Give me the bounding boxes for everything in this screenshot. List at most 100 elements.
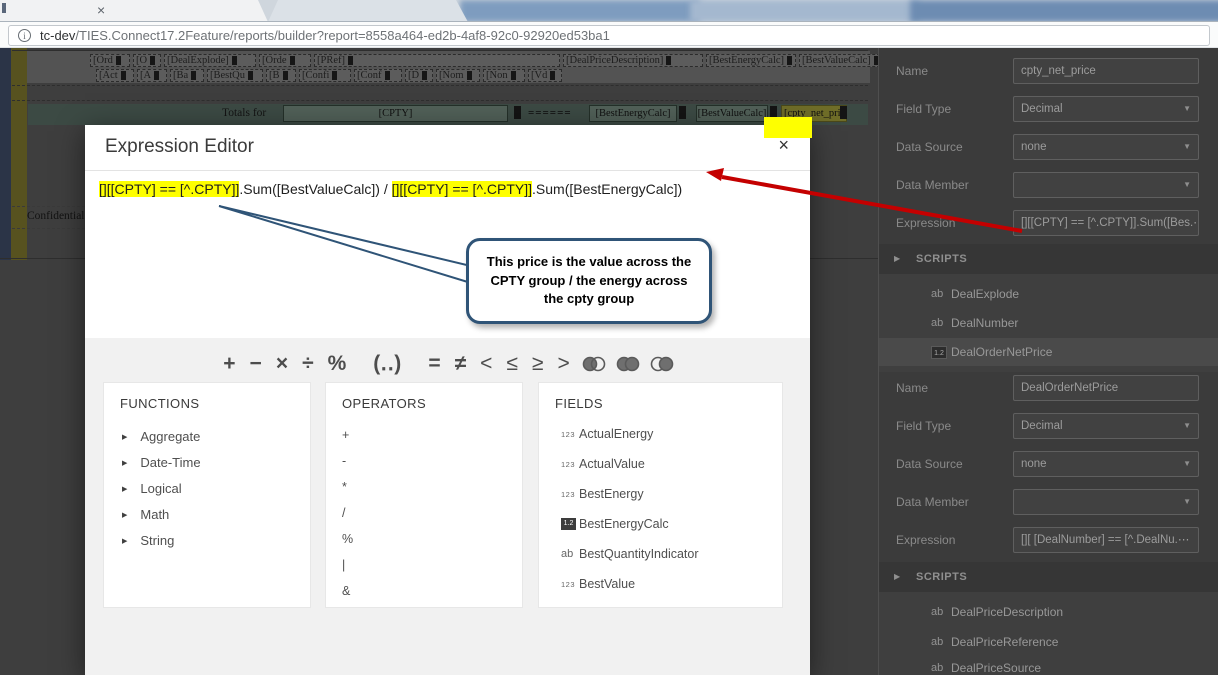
join-left-icon xyxy=(581,355,607,373)
operator-item[interactable]: % xyxy=(342,532,353,546)
property-dropdown[interactable]: Decimal▼ xyxy=(1013,413,1199,439)
script-item-DealPriceDescription[interactable]: abDealPriceDescription xyxy=(879,598,1218,626)
expression-input[interactable]: [][[CPTY] == [^.CPTY]].Sum([BestValueCal… xyxy=(99,177,800,201)
property-dropdown[interactable]: ▼ xyxy=(1013,489,1199,515)
number-field-icon: 123 xyxy=(561,490,579,499)
property-dropdown[interactable]: Decimal▼ xyxy=(1013,96,1199,122)
designer-field-placeholder[interactable]: [A xyxy=(137,69,167,82)
designer-field-placeholder[interactable]: [Act xyxy=(96,69,134,82)
placeholder-text: [D xyxy=(408,70,419,81)
designer-field-placeholder[interactable]: [PRef] xyxy=(314,54,560,67)
operator-item[interactable]: - xyxy=(342,454,346,468)
toolbar-op-9-button[interactable]: ≤ xyxy=(506,347,518,381)
active-browser-tab[interactable] xyxy=(0,0,268,22)
blurred-tab xyxy=(910,0,1218,22)
designer-field-placeholder[interactable]: [Non xyxy=(483,69,525,82)
tab-close-icon[interactable]: × xyxy=(97,2,105,18)
field-item-BestValue[interactable]: 123BestValue xyxy=(561,577,635,591)
designer-ruler-strip xyxy=(0,48,11,260)
designer-field-placeholder[interactable]: [D xyxy=(405,69,433,82)
property-input[interactable]: cpty_net_price xyxy=(1013,58,1199,84)
page-info-icon[interactable]: i xyxy=(18,29,31,42)
operator-item[interactable]: * xyxy=(342,480,347,494)
designer-field-placeholder[interactable]: [BestQu xyxy=(207,69,263,82)
toolbar-op-10-button[interactable]: ≥ xyxy=(532,347,544,381)
operator-item[interactable]: & xyxy=(342,584,350,598)
chevron-right-icon: ▶ xyxy=(894,572,900,581)
operator-item[interactable]: | xyxy=(342,558,345,572)
designer-field-placeholder[interactable]: [Conf xyxy=(354,69,402,82)
field-item-label: ActualEnergy xyxy=(579,427,653,441)
properties-sidebar: Namecpty_net_priceField TypeDecimal▼Data… xyxy=(878,48,1218,675)
designer-field-placeholder[interactable]: [Nom xyxy=(436,69,480,82)
toolbar-op-5-button[interactable]: (‥) xyxy=(373,347,401,381)
placeholder-text: [Ba xyxy=(173,70,188,81)
function-category-Math[interactable]: ▶Math xyxy=(122,507,169,522)
function-category-Date-Time[interactable]: ▶Date-Time xyxy=(122,455,201,470)
scripts-section-header[interactable]: ▶SCRIPTS xyxy=(879,244,1218,274)
chevron-right-icon: ▶ xyxy=(894,254,900,263)
function-category-String[interactable]: ▶String xyxy=(122,533,174,548)
designer-field-placeholder[interactable]: [Ord xyxy=(90,54,130,67)
field-item-ActualValue[interactable]: 123ActualValue xyxy=(561,457,645,471)
property-input[interactable]: [][[CPTY] == [^.CPTY]].Sum([Bes.⋯ xyxy=(1013,210,1199,236)
field-marker-icon xyxy=(248,71,253,80)
designer-field-placeholder[interactable]: [BestEnergyCalc] xyxy=(706,54,796,67)
field-marker-icon xyxy=(422,71,427,80)
script-item-label: DealExplode xyxy=(951,287,1019,301)
field-item-BestEnergyCalc[interactable]: 1.2BestEnergyCalc xyxy=(561,517,669,531)
adjacent-browser-tab[interactable] xyxy=(268,0,468,22)
operator-item[interactable]: + xyxy=(342,428,349,442)
toolbar-op-1-button[interactable]: − xyxy=(250,347,262,381)
designer-field-placeholder[interactable]: [BestValueCalc] xyxy=(799,54,885,67)
designer-field-placeholder[interactable]: [Vd xyxy=(528,69,562,82)
function-category-Aggregate[interactable]: ▶Aggregate xyxy=(122,429,200,444)
designer-field-placeholder[interactable]: [B xyxy=(266,69,296,82)
scripts-section-header[interactable]: ▶SCRIPTS xyxy=(879,562,1218,592)
totals-value-cell[interactable]: [BestValueCalc] xyxy=(696,105,768,122)
script-item-DealExplode[interactable]: abDealExplode xyxy=(879,280,1218,308)
designer-field-placeholder[interactable]: [O xyxy=(133,54,161,67)
close-icon[interactable]: × xyxy=(778,135,789,156)
toolbar-op-2-button[interactable]: × xyxy=(276,347,288,381)
field-marker-icon xyxy=(121,71,126,80)
toolbar-op-8-button[interactable]: < xyxy=(480,347,492,381)
field-item-BestQuantityIndicator[interactable]: abBestQuantityIndicator xyxy=(561,547,699,561)
script-item-DealNumber[interactable]: abDealNumber xyxy=(879,309,1218,337)
property-input[interactable]: DealOrderNetPrice xyxy=(1013,375,1199,401)
toolbar-op-7-button[interactable]: ≠ xyxy=(455,347,467,381)
chevron-down-icon: ▼ xyxy=(1183,490,1191,514)
property-dropdown[interactable]: ▼ xyxy=(1013,172,1199,198)
property-input[interactable]: [][ [DealNumber] == [^.DealNu.⋯ xyxy=(1013,527,1199,553)
toolbar-op-3-button[interactable]: ÷ xyxy=(302,347,314,381)
script-item-DealPriceSource[interactable]: abDealPriceSource xyxy=(879,654,1218,675)
toolbar-op-0-button[interactable]: + xyxy=(223,347,235,381)
totals-group-cell[interactable]: [CPTY] xyxy=(283,105,508,122)
join-right-button[interactable] xyxy=(649,355,675,373)
designer-field-placeholder[interactable]: [DealExplode] xyxy=(164,54,256,67)
join-left-button[interactable] xyxy=(581,355,607,373)
url-field[interactable]: i tc-dev/TIES.Connect17.2Feature/reports… xyxy=(8,25,1210,46)
designer-field-placeholder[interactable]: [Orde xyxy=(259,54,311,67)
field-marker-icon xyxy=(332,71,337,80)
property-dropdown[interactable]: none▼ xyxy=(1013,451,1199,477)
totals-energy-cell[interactable]: [BestEnergyCalc] xyxy=(589,105,677,122)
property-dropdown[interactable]: none▼ xyxy=(1013,134,1199,160)
designer-field-placeholder[interactable]: [Ba xyxy=(170,69,204,82)
number-field-icon: 123 xyxy=(561,430,579,439)
field-item-BestEnergy[interactable]: 123BestEnergy xyxy=(561,487,644,501)
join-inner-button[interactable] xyxy=(615,355,641,373)
toolbar-op-11-button[interactable]: > xyxy=(557,347,569,381)
designer-field-placeholder[interactable]: [Confi xyxy=(299,69,351,82)
script-item-DealPriceReference[interactable]: abDealPriceReference xyxy=(879,628,1218,656)
field-item-ActualEnergy[interactable]: 123ActualEnergy xyxy=(561,427,653,441)
script-item-label: DealPriceSource xyxy=(951,661,1041,675)
toolbar-op-4-button[interactable]: % xyxy=(328,347,347,381)
toolbar-op-6-button[interactable]: = xyxy=(428,347,440,381)
function-category-Logical[interactable]: ▶Logical xyxy=(122,481,182,496)
operator-item[interactable]: / xyxy=(342,506,345,520)
script-item-DealOrderNetPrice[interactable]: 1.2DealOrderNetPrice xyxy=(879,338,1218,366)
designer-field-placeholder[interactable]: [DealPriceDescription] xyxy=(563,54,703,67)
number-field-icon: 123 xyxy=(561,460,579,469)
field-item-label: BestEnergyCalc xyxy=(579,517,669,531)
